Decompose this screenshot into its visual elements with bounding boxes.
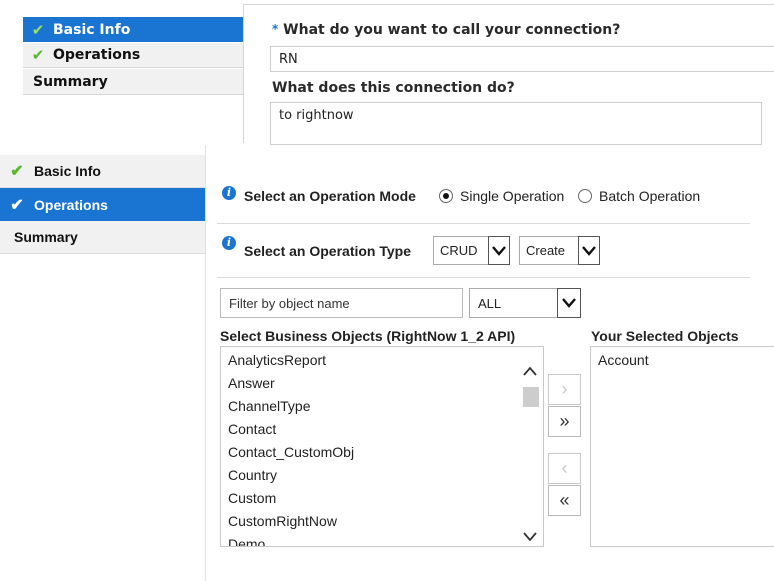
- selected-objects-list[interactable]: Account: [590, 346, 774, 547]
- operation-type-label: Select an Operation Type: [244, 243, 412, 259]
- radio-single-operation[interactable]: [439, 189, 453, 203]
- list-item[interactable]: Custom: [228, 490, 276, 506]
- filter-input[interactable]: Filter by object name: [220, 288, 463, 318]
- connection-name-field[interactable]: RN: [270, 46, 774, 72]
- top-nav-basic-info[interactable]: ✔ Basic Info: [23, 17, 243, 42]
- top-nav-summary[interactable]: Summary: [23, 69, 243, 95]
- operation-category-select[interactable]: CRUD: [433, 236, 510, 265]
- nav-label: Basic Info: [34, 163, 101, 179]
- object-scope-select[interactable]: ALL: [469, 288, 581, 318]
- operation-action-value: Create: [526, 243, 566, 258]
- scroll-down-icon[interactable]: [523, 529, 539, 543]
- nav-basic-info[interactable]: ✔ Basic Info: [0, 155, 205, 188]
- operation-action-select[interactable]: Create: [519, 236, 600, 265]
- checkmark-icon: ✔: [10, 163, 24, 180]
- business-objects-list[interactable]: AnalyticsReport Answer ChannelType Conta…: [220, 346, 544, 547]
- scroll-up-icon[interactable]: [523, 363, 539, 377]
- business-objects-title: Select Business Objects (RightNow 1_2 AP…: [220, 328, 516, 344]
- info-icon[interactable]: i: [222, 236, 236, 250]
- object-scope-value: ALL: [478, 295, 502, 311]
- list-item[interactable]: Country: [228, 467, 277, 483]
- sidebar-divider: [205, 145, 206, 581]
- list-item[interactable]: Contact: [228, 421, 276, 437]
- add-selected-button[interactable]: ›: [548, 374, 581, 405]
- scrollbar-thumb[interactable]: [523, 387, 539, 407]
- top-nav-label: Operations: [53, 47, 141, 63]
- operation-category-value: CRUD: [440, 243, 478, 258]
- list-item[interactable]: Account: [598, 352, 649, 368]
- chevron-down-icon: [557, 288, 581, 318]
- remove-selected-button[interactable]: ‹: [548, 453, 581, 484]
- list-item[interactable]: Demo: [228, 536, 265, 546]
- top-nav-label: Basic Info: [53, 21, 131, 38]
- checkmark-icon: ✔: [31, 20, 45, 39]
- radio-batch-operation[interactable]: [578, 189, 592, 203]
- list-item[interactable]: Contact_CustomObj: [228, 444, 354, 460]
- nav-summary[interactable]: Summary: [0, 221, 205, 254]
- list-item[interactable]: AnalyticsReport: [228, 352, 326, 368]
- radio-label-single: Single Operation: [460, 188, 565, 204]
- radio-label-batch: Batch Operation: [599, 188, 701, 204]
- nav-operations[interactable]: ✔ Operations: [0, 188, 205, 221]
- info-icon[interactable]: i: [222, 186, 236, 200]
- connection-description-question: What does this connection do?: [272, 80, 515, 96]
- connection-name-question: * What do you want to call your connecti…: [272, 22, 621, 38]
- required-marker: *: [272, 22, 279, 36]
- list-item[interactable]: ChannelType: [228, 398, 311, 414]
- nav-label: Operations: [34, 196, 108, 213]
- section-divider: [217, 277, 750, 278]
- list-item[interactable]: Answer: [228, 375, 275, 391]
- checkmark-icon: ✔: [10, 196, 24, 214]
- connection-description-field[interactable]: to rightnow: [270, 102, 762, 145]
- remove-all-button[interactable]: «: [548, 485, 581, 516]
- filter-placeholder: Filter by object name: [229, 295, 350, 311]
- top-nav-operations[interactable]: ✔ Operations: [23, 43, 243, 68]
- top-nav-label: Summary: [33, 73, 108, 90]
- section-divider: [217, 223, 750, 224]
- checkmark-icon: ✔: [31, 46, 45, 64]
- list-item[interactable]: CustomRightNow: [228, 513, 337, 529]
- nav-label: Summary: [14, 229, 78, 245]
- chevron-down-icon: [578, 236, 600, 265]
- add-all-button[interactable]: »: [548, 406, 581, 437]
- operation-mode-label: Select an Operation Mode: [244, 188, 416, 204]
- chevron-down-icon: [488, 236, 510, 265]
- selected-objects-title: Your Selected Objects: [591, 328, 739, 344]
